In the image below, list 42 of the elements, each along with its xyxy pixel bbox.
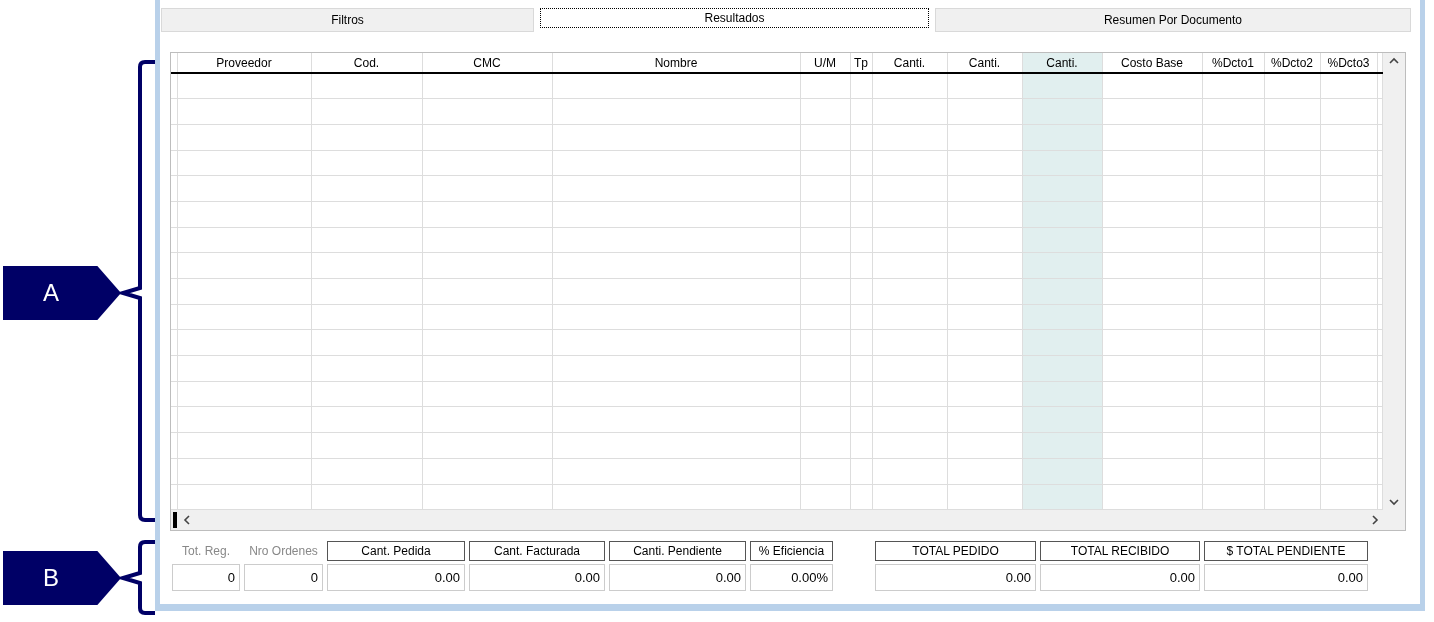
callout-label: B (3, 551, 121, 605)
scroll-down-icon[interactable] (1388, 499, 1399, 507)
column-header[interactable]: %Dcto3 (1320, 53, 1377, 73)
column-header[interactable]: Nombre (552, 53, 800, 73)
value-field[interactable]: 0.00 (609, 564, 746, 591)
column-header[interactable]: U/M (800, 53, 850, 73)
scroll-right-icon[interactable] (1372, 515, 1379, 526)
horizontal-scrollbar[interactable] (171, 510, 1405, 530)
field-label: Cant. Pedida (327, 541, 465, 561)
tab[interactable]: Resumen Por Documento (935, 8, 1411, 32)
scroll-thumb[interactable] (173, 512, 177, 529)
callout-label: A (3, 266, 121, 320)
column-header[interactable]: %Dcto1 (1202, 53, 1264, 73)
value-field[interactable]: 0.00 (1040, 564, 1200, 591)
column-header[interactable]: Tp (850, 53, 872, 73)
column-header[interactable]: CMC (422, 53, 552, 73)
column-header[interactable]: Costo Base (1102, 53, 1202, 73)
field-label: % Eficiencia (750, 541, 833, 561)
value-field[interactable]: 0.00 (875, 564, 1036, 591)
field-label: $ TOTAL PENDIENTE (1204, 541, 1368, 561)
column-header[interactable]: Canti. (1022, 53, 1102, 73)
value-field[interactable]: 0 (172, 564, 240, 591)
value-field[interactable]: 0.00% (750, 564, 833, 591)
tab[interactable]: Resultados (540, 8, 929, 28)
scroll-left-icon[interactable] (183, 515, 191, 526)
field-label: Nro Ordenes (248, 543, 319, 560)
column-header[interactable]: %Dcto2 (1264, 53, 1320, 73)
field-label: Canti. Pendiente (609, 541, 746, 561)
column-header[interactable]: Canti. (872, 53, 947, 73)
tab[interactable]: Filtros (161, 8, 534, 32)
value-field[interactable]: 0 (244, 564, 323, 591)
field-label: TOTAL PEDIDO (875, 541, 1036, 561)
column-header[interactable]: Proveedor (177, 53, 311, 73)
vertical-scrollbar[interactable] (1382, 53, 1405, 511)
value-field[interactable]: 0.00 (1204, 564, 1368, 591)
value-field[interactable]: 0.00 (469, 564, 605, 591)
column-header[interactable]: Cod. (311, 53, 422, 73)
scroll-up-icon[interactable] (1388, 57, 1399, 64)
field-label: Tot. Reg. (181, 543, 231, 560)
field-label: Cant. Facturada (469, 541, 605, 561)
field-label: TOTAL RECIBIDO (1040, 541, 1200, 561)
value-field[interactable]: 0.00 (327, 564, 465, 591)
